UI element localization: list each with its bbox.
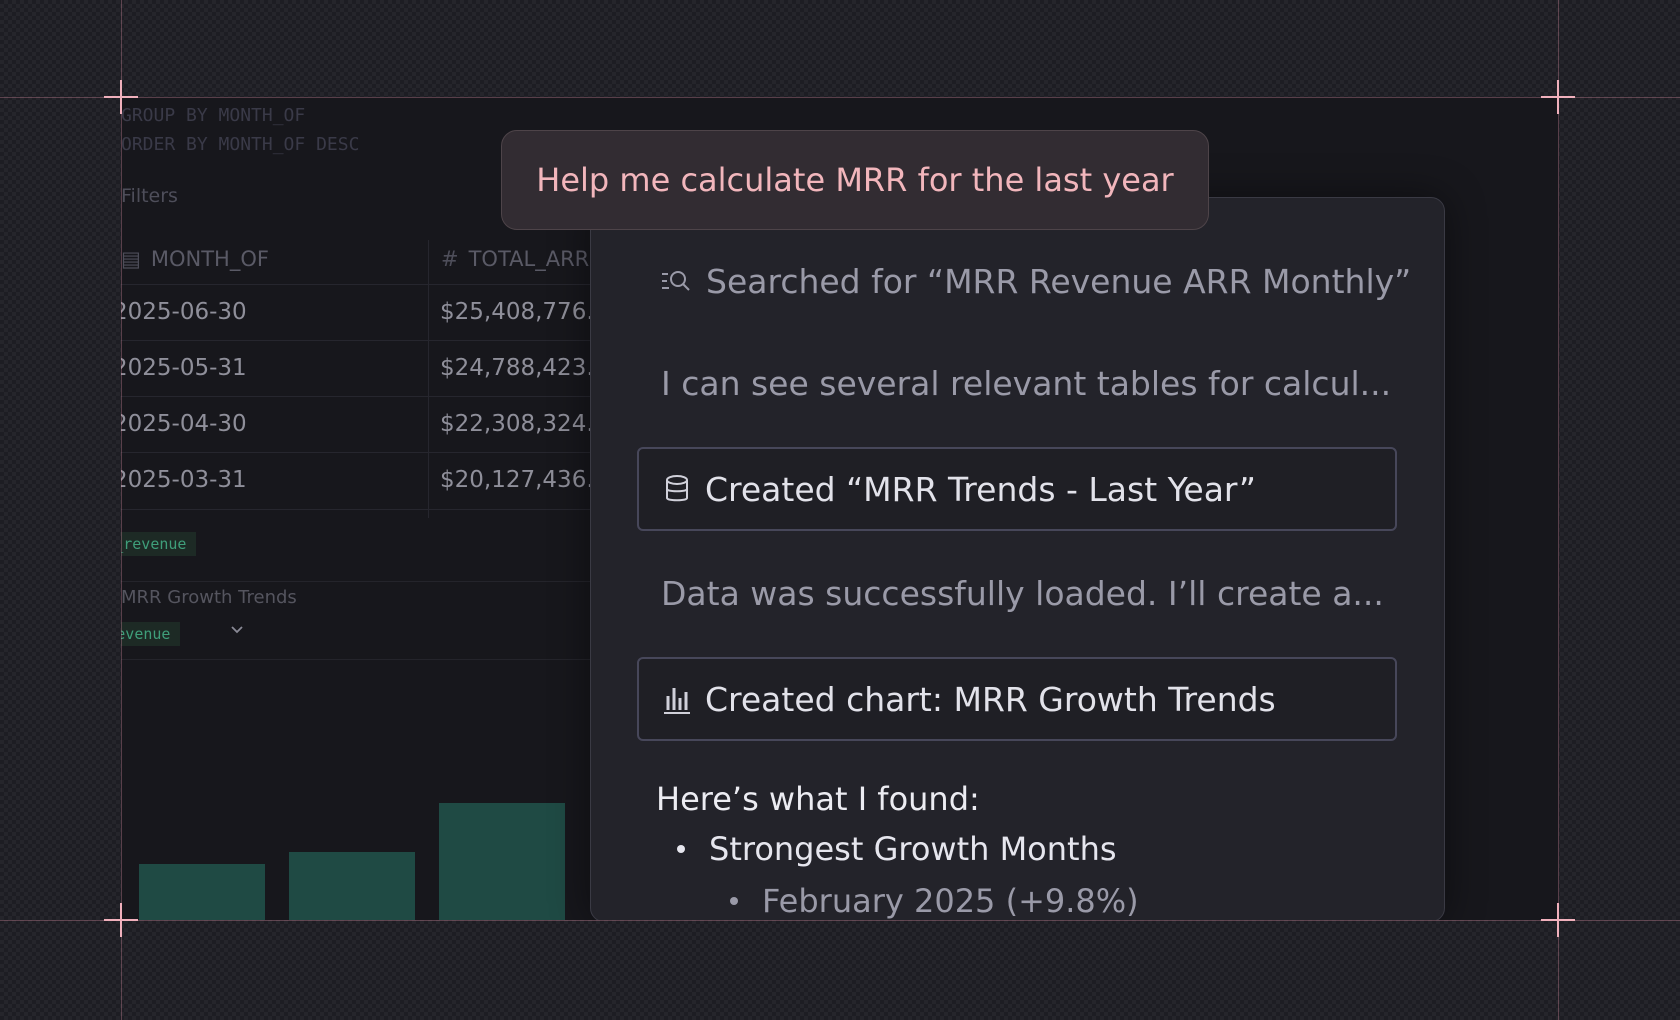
bar-chart-icon <box>664 688 690 714</box>
assistant-message: I can see several relevant tables for ca… <box>661 364 1391 403</box>
search-icon <box>662 270 690 291</box>
created-chart-label: Created chart: MRR Growth Trends <box>705 679 1276 719</box>
guide-line <box>0 97 1680 98</box>
database-icon <box>666 475 688 502</box>
guide-line <box>0 920 1680 921</box>
assistant-message: Data was successfully loaded. I’ll creat… <box>661 574 1384 613</box>
list-item-text: Strongest Growth Months <box>709 830 1117 868</box>
assistant-message-text: I can see several relevant tables for ca… <box>661 364 1392 403</box>
findings-title: Here’s what I found: <box>656 780 980 818</box>
crosshair-mark <box>120 903 122 937</box>
search-step-label: Searched for “MRR Revenue ARR Monthly” <box>706 262 1412 301</box>
bullet-dot <box>730 897 738 905</box>
list-item-text: February 2025 (+9.8%) <box>762 882 1139 920</box>
list-item: February 2025 (+9.8%) <box>730 882 1139 920</box>
crosshair-mark <box>1557 80 1559 114</box>
crosshair-mark <box>120 80 122 114</box>
created-table-step[interactable]: Created “MRR Trends - Last Year” <box>637 447 1397 531</box>
crosshair-mark <box>1557 903 1559 937</box>
bullet-dot <box>677 845 685 853</box>
assistant-message-text: Data was successfully loaded. I’ll creat… <box>661 574 1384 613</box>
user-prompt-text: Help me calculate MRR for the last year <box>536 161 1174 199</box>
created-table-label: Created “MRR Trends - Last Year” <box>705 469 1256 509</box>
list-item: Strongest Growth Months <box>677 830 1117 868</box>
search-step[interactable]: Searched for “MRR Revenue ARR Monthly” <box>660 262 1411 301</box>
guide-line <box>1558 0 1559 1020</box>
created-chart-step[interactable]: Created chart: MRR Growth Trends <box>637 657 1397 741</box>
user-prompt-bubble: Help me calculate MRR for the last year <box>501 130 1209 230</box>
guide-line <box>121 0 122 1020</box>
